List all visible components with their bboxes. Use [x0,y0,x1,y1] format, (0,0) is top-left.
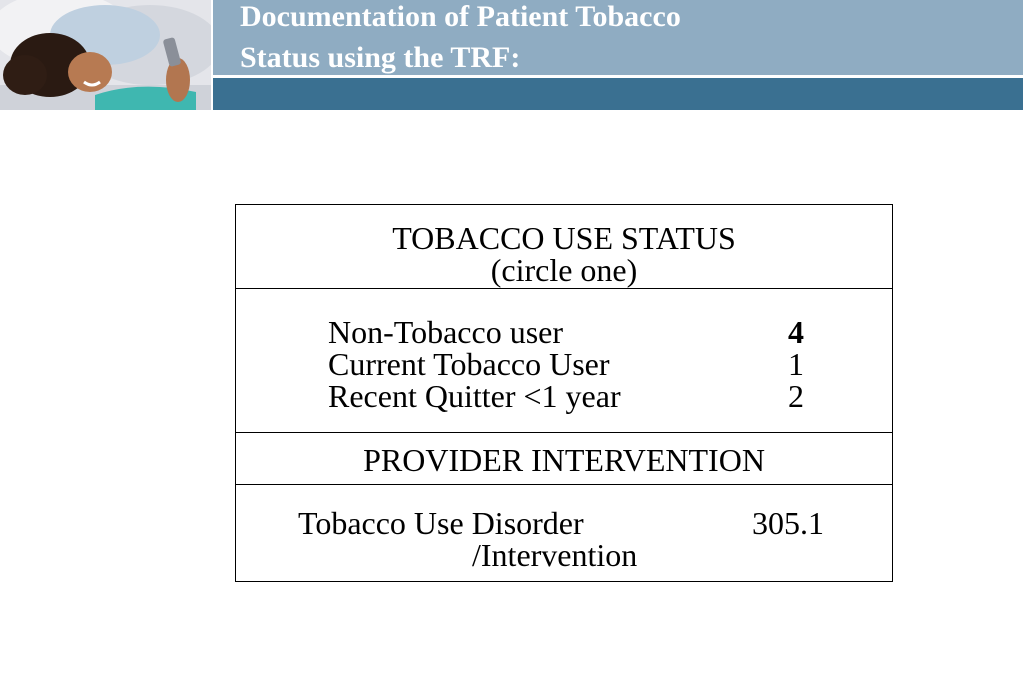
tobacco-status-options-section: Non-Tobacco user 4 Current Tobacco User … [236,289,892,433]
slide-title-line-2: Status using the TRF: [240,41,521,74]
option-non-tobacco-label: Non-Tobacco user [328,314,563,350]
tobacco-status-heading: TOBACCO USE STATUS [392,220,736,256]
provider-intervention-header-section: PROVIDER INTERVENTION [236,433,892,485]
option-non-tobacco-code: 4 [788,314,804,350]
slide-title-line-1: Documentation of Patient Tobacco [240,0,681,33]
diagnosis-code: 305.1 [752,505,824,541]
header-photo-woman-with-phone [0,0,211,110]
woman-reclining-photo [0,0,211,110]
option-current-user-code: 1 [788,346,804,382]
option-recent-quitter-label: Recent Quitter <1 year [328,378,621,414]
diagnosis-section: Tobacco Use Disorder /Intervention 305.1 [236,485,892,581]
option-current-user-label: Current Tobacco User [328,346,610,382]
option-recent-quitter-code: 2 [788,378,804,414]
trf-form-box: TOBACCO USE STATUS (circle one) Non-Toba… [235,204,893,582]
circle-one-instruction: (circle one) [490,252,638,288]
slide-title: Documentation of Patient Tobacco Status … [240,0,1000,78]
tobacco-status-header-section: TOBACCO USE STATUS (circle one) [236,205,892,289]
diagnosis-label-line-1: Tobacco Use Disorder [298,505,584,541]
provider-intervention-heading: PROVIDER INTERVENTION [363,442,765,478]
diagnosis-label-line-2: /Intervention [472,537,638,573]
bottom-band [213,78,1023,110]
